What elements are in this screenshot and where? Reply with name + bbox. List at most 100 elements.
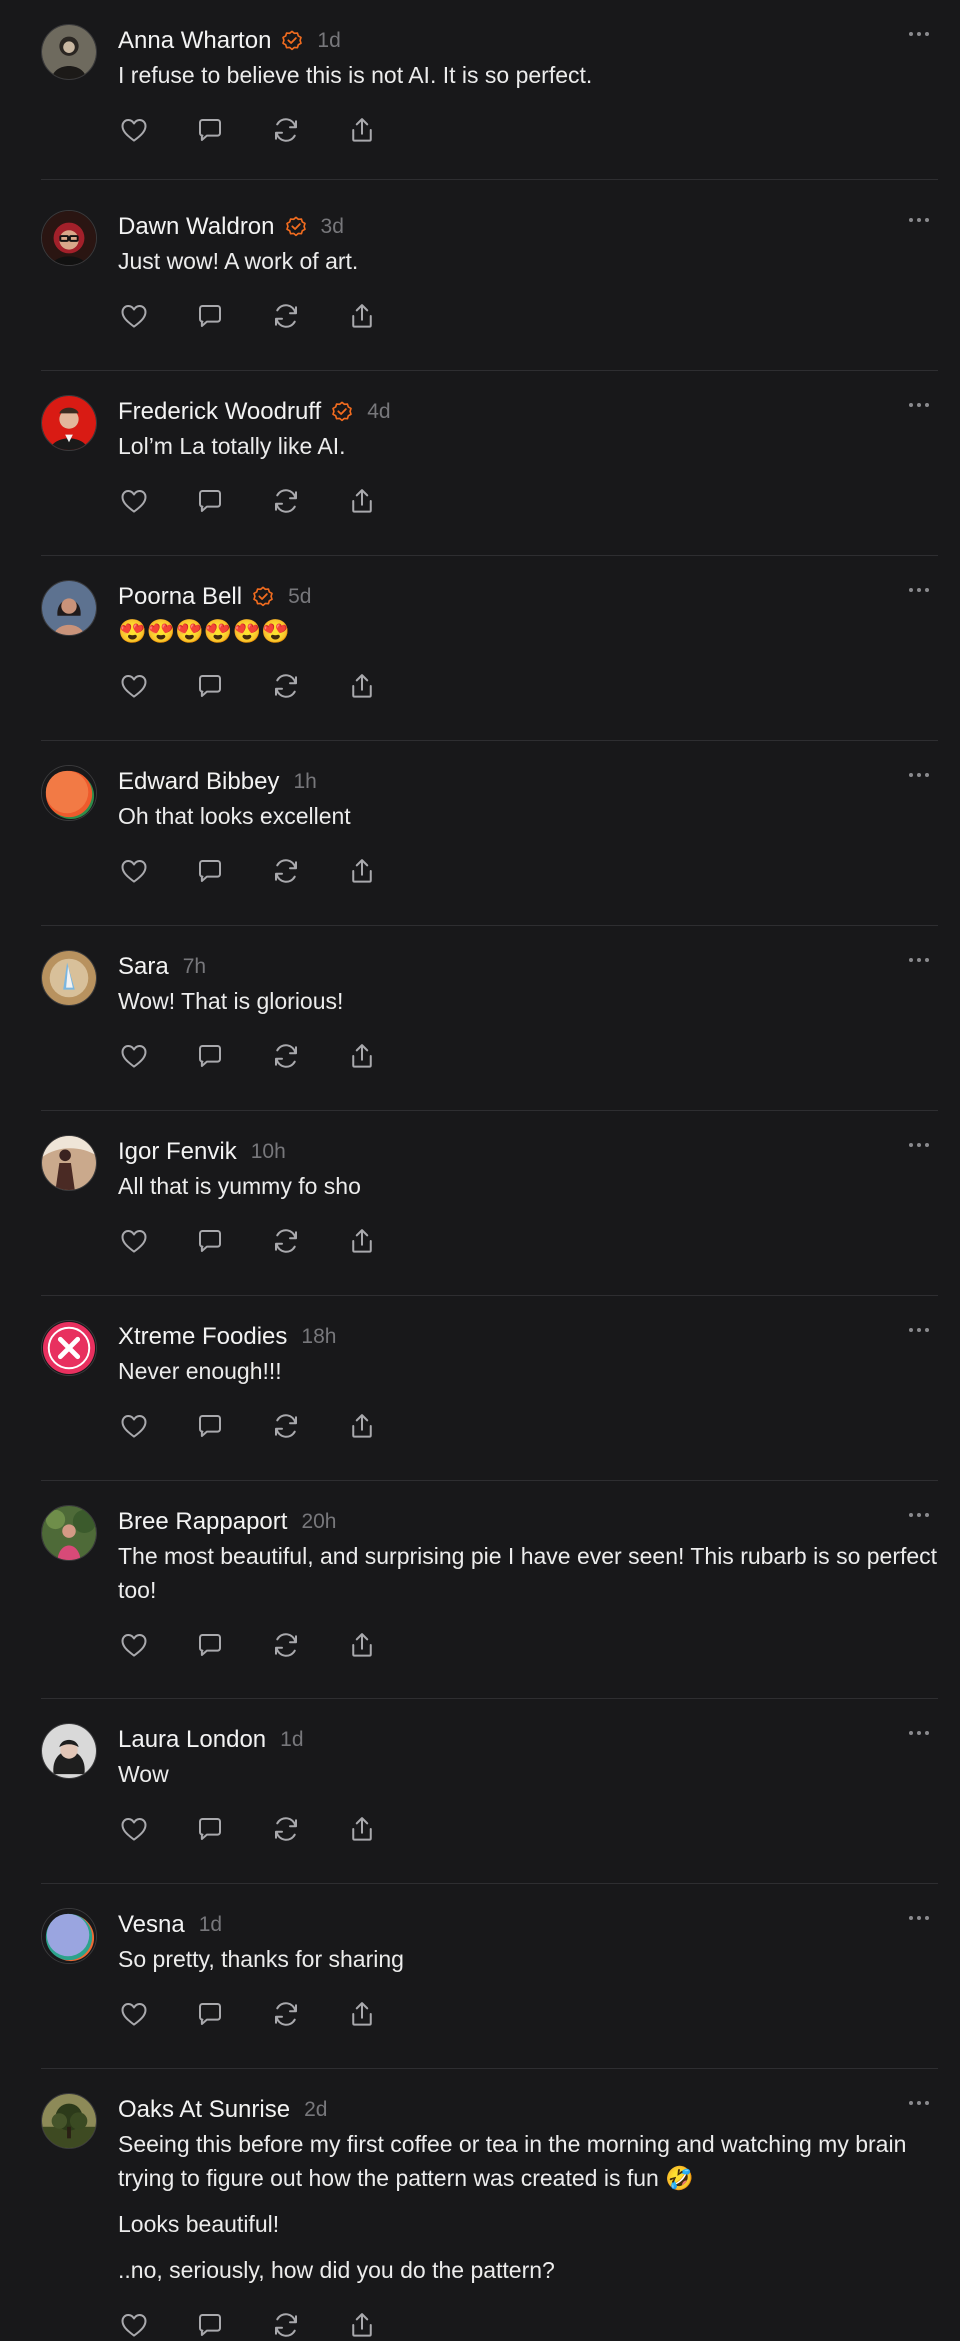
more-dots-icon[interactable] [904, 1725, 934, 1741]
more-dots-icon[interactable] [904, 1137, 934, 1153]
more-dots-icon[interactable] [904, 212, 934, 228]
share-icon[interactable] [346, 485, 378, 517]
more-dots-icon[interactable] [904, 1910, 934, 1926]
speech-bubble-icon[interactable] [194, 1225, 226, 1257]
avatar[interactable] [41, 580, 97, 636]
more-dots-icon[interactable] [904, 397, 934, 413]
heart-icon[interactable] [118, 1813, 150, 1845]
heart-icon[interactable] [118, 2309, 150, 2341]
comment-body: Anna Wharton 1d I refuse to believe this i… [118, 24, 938, 146]
heart-icon[interactable] [118, 1410, 150, 1442]
timestamp: 20h [301, 1510, 337, 1533]
comment-item: Laura London 1d Wow [41, 1699, 938, 1884]
repost-icon[interactable] [270, 485, 302, 517]
share-icon[interactable] [346, 1629, 378, 1661]
author-name[interactable]: Vesna [118, 1911, 185, 1939]
speech-bubble-icon[interactable] [194, 485, 226, 517]
comment-header: Poorna Bell 5d [118, 580, 938, 614]
more-dots-icon[interactable] [904, 767, 934, 783]
more-dots-icon[interactable] [904, 582, 934, 598]
repost-icon[interactable] [270, 2309, 302, 2341]
more-dots-icon[interactable] [904, 1322, 934, 1338]
more-dots-icon[interactable] [904, 2095, 934, 2111]
share-icon[interactable] [346, 300, 378, 332]
author-name[interactable]: Anna Wharton [118, 27, 271, 55]
share-icon[interactable] [346, 2309, 378, 2341]
heart-icon[interactable] [118, 1225, 150, 1257]
avatar[interactable] [41, 395, 97, 451]
speech-bubble-icon[interactable] [194, 2309, 226, 2341]
heart-icon[interactable] [118, 1629, 150, 1661]
author-name[interactable]: Poorna Bell [118, 583, 242, 611]
share-icon[interactable] [346, 1040, 378, 1072]
avatar[interactable] [41, 1135, 97, 1191]
author-name[interactable]: Sara [118, 953, 169, 981]
heart-icon[interactable] [118, 670, 150, 702]
speech-bubble-icon[interactable] [194, 114, 226, 146]
share-icon[interactable] [346, 1813, 378, 1845]
heart-icon[interactable] [118, 485, 150, 517]
author-name[interactable]: Igor Fenvik [118, 1138, 237, 1166]
avatar[interactable] [41, 210, 97, 266]
repost-icon[interactable] [270, 855, 302, 887]
author-name[interactable]: Bree Rappaport [118, 1508, 287, 1536]
author-name[interactable]: Xtreme Foodies [118, 1323, 287, 1351]
speech-bubble-icon[interactable] [194, 300, 226, 332]
repost-icon[interactable] [270, 1998, 302, 2030]
avatar[interactable] [41, 950, 97, 1006]
comment-body: Laura London 1d Wow [118, 1723, 938, 1845]
more-dots-icon[interactable] [904, 1507, 934, 1523]
heart-icon[interactable] [118, 855, 150, 887]
share-icon[interactable] [346, 670, 378, 702]
author-name[interactable]: Edward Bibbey [118, 768, 279, 796]
repost-icon[interactable] [270, 1410, 302, 1442]
repost-icon[interactable] [270, 300, 302, 332]
speech-bubble-icon[interactable] [194, 1410, 226, 1442]
heart-icon[interactable] [118, 1998, 150, 2030]
comment-body: Oaks At Sunrise 2d Seeing this before my f… [118, 2093, 938, 2341]
avatar[interactable] [41, 24, 97, 80]
share-icon[interactable] [346, 1998, 378, 2030]
comment-item: Frederick Woodruff 4d Lol’m La totally lik… [41, 371, 938, 556]
heart-icon[interactable] [118, 114, 150, 146]
author-name[interactable]: Laura London [118, 1726, 266, 1754]
heart-icon[interactable] [118, 1040, 150, 1072]
repost-icon[interactable] [270, 114, 302, 146]
repost-icon[interactable] [270, 1040, 302, 1072]
share-icon[interactable] [346, 1225, 378, 1257]
comment-actions [118, 300, 938, 332]
comment-header: Anna Wharton 1d [118, 24, 938, 58]
repost-icon[interactable] [270, 1629, 302, 1661]
heart-icon[interactable] [118, 300, 150, 332]
comment-text: Lol’m La totally like AI. [118, 433, 346, 459]
speech-bubble-icon[interactable] [194, 670, 226, 702]
more-dots-icon[interactable] [904, 952, 934, 968]
avatar[interactable] [41, 2093, 97, 2149]
verified-badge-icon [331, 401, 353, 423]
avatar[interactable] [41, 1505, 97, 1561]
avatar[interactable] [41, 1723, 97, 1779]
repost-icon[interactable] [270, 670, 302, 702]
share-icon[interactable] [346, 114, 378, 146]
comment-text: The most beautiful, and surprising pie I… [118, 1543, 944, 1603]
author-name[interactable]: Oaks At Sunrise [118, 2096, 290, 2124]
avatar[interactable] [41, 765, 97, 821]
timestamp: 5d [288, 585, 312, 608]
comment-item: Poorna Bell 5d 😍😍😍😍😍😍 [41, 556, 938, 741]
share-icon[interactable] [346, 855, 378, 887]
avatar[interactable] [41, 1320, 97, 1376]
author-name[interactable]: Frederick Woodruff [118, 398, 321, 426]
repost-icon[interactable] [270, 1813, 302, 1845]
share-icon[interactable] [346, 1410, 378, 1442]
speech-bubble-icon[interactable] [194, 1998, 226, 2030]
speech-bubble-icon[interactable] [194, 1040, 226, 1072]
avatar[interactable] [41, 1908, 97, 1964]
repost-icon[interactable] [270, 1225, 302, 1257]
speech-bubble-icon[interactable] [194, 1813, 226, 1845]
comment-item: Dawn Waldron 3d Just wow! A work of art. [41, 186, 938, 371]
speech-bubble-icon[interactable] [194, 855, 226, 887]
author-name[interactable]: Dawn Waldron [118, 213, 275, 241]
more-dots-icon[interactable] [904, 26, 934, 42]
speech-bubble-icon[interactable] [194, 1629, 226, 1661]
comment-header: Laura London 1d [118, 1723, 938, 1757]
